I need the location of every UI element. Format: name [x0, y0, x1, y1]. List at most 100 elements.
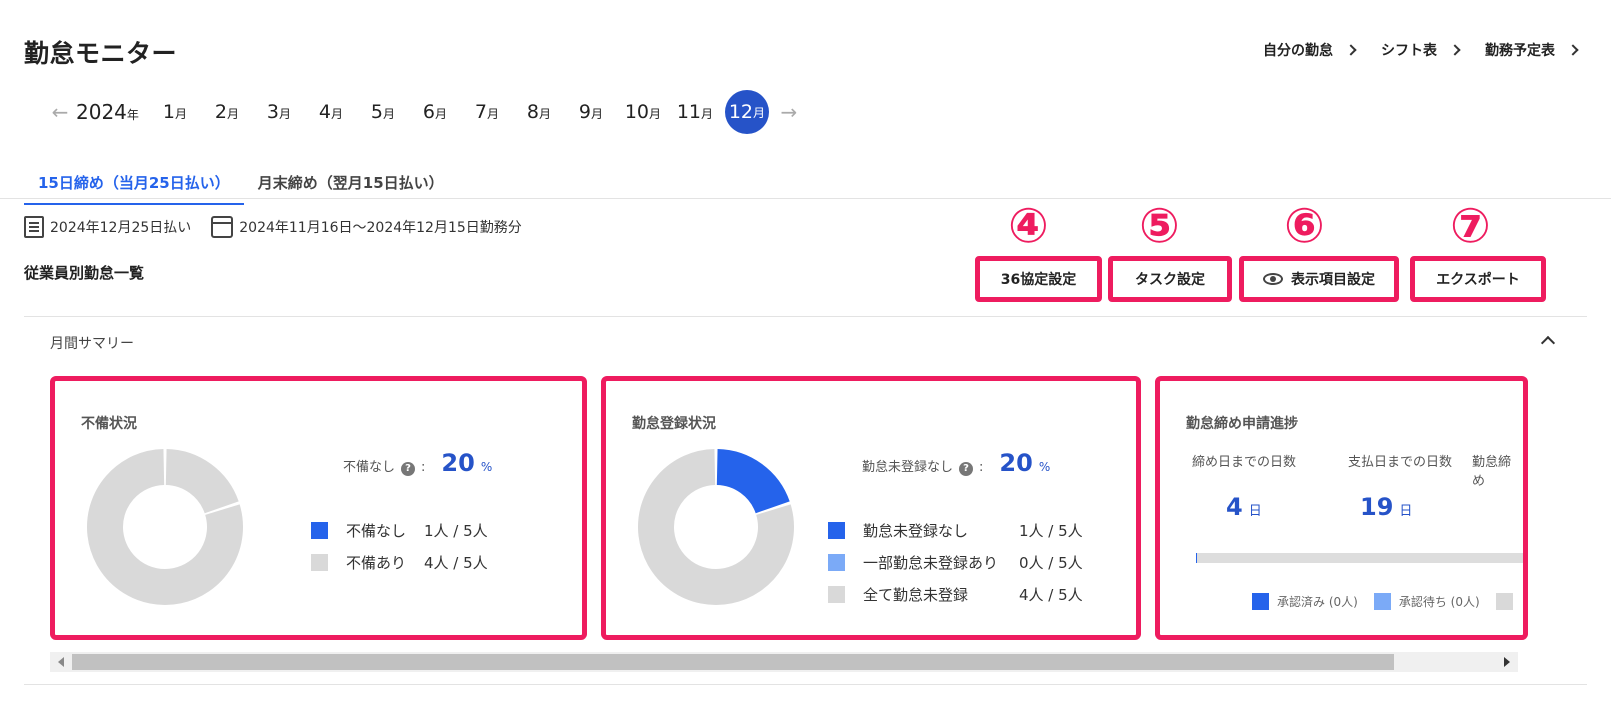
legend-item: 全て勤怠未登録 4人 / 5人 [828, 578, 1083, 610]
legend-swatch [1373, 593, 1391, 610]
divider [0, 198, 1611, 199]
scroll-left-icon[interactable] [58, 657, 64, 667]
legend-label: 承認待ち (0人) [1398, 595, 1480, 609]
annotation-marker-4: ④ [1008, 198, 1049, 254]
card-title: 勤怠登録状況 [632, 416, 716, 432]
closing-progress-card: 勤怠締め申請進捗 締め日までの日数 支払日までの日数 勤怠締め 4日 19 日 承… [1155, 376, 1528, 640]
legend-item: 勤怠未登録なし 1人 / 5人 [828, 514, 1083, 546]
month-8[interactable]: 8月 [513, 101, 565, 123]
divider [24, 684, 1587, 685]
link-work-schedule[interactable]: 勤務予定表 [1485, 40, 1579, 60]
defects-legend: 不備なし 1人 / 5人 不備あり 4人 / 5人 [311, 514, 488, 578]
days-to-pay-value: 19 日 [1360, 493, 1413, 521]
help-icon[interactable]: ? [401, 462, 416, 476]
calendar-icon [211, 216, 234, 238]
month-1[interactable]: 1月 [149, 101, 201, 123]
annotation-marker-7: ⑦ [1450, 198, 1491, 254]
link-my-attendance[interactable]: 自分の勤怠 [1263, 40, 1357, 60]
donut-slice [164, 449, 239, 515]
closing-progress-bar [1196, 553, 1523, 563]
month-navigation: ← 2024年 1月 2月 3月 4月 5月 6月 7月 8月 9月 10月 11月 12 月 → [44, 90, 805, 134]
legend-label: 不備なし [346, 521, 407, 540]
legend-swatch [1495, 593, 1513, 610]
legend-label: 勤怠未登録なし [863, 521, 969, 540]
month-4[interactable]: 4月 [305, 101, 357, 123]
tab-15th-closing[interactable]: 15日締め（当月25日払い） [24, 168, 244, 205]
days-to-close-label: 締め日までの日数 [1192, 455, 1297, 470]
month-7[interactable]: 7月 [461, 101, 513, 123]
closing-label: 勤怠締め [1472, 455, 1512, 489]
legend-count: 1人 / 5人 [424, 521, 488, 540]
donut-slice [715, 449, 790, 515]
days-to-close-value: 4日 [1226, 493, 1262, 521]
tab-month-end-closing[interactable]: 月末締め（翌月15日払い） [244, 168, 458, 205]
next-arrow-icon[interactable]: → [773, 100, 805, 124]
agreement36-button[interactable]: 36協定設定 [975, 256, 1102, 302]
legend-label: 承認済み (0人) [1277, 595, 1358, 609]
scroll-thumb[interactable] [72, 654, 1394, 670]
legend-count: 4人 / 5人 [1019, 585, 1083, 604]
month-2[interactable]: 2月 [201, 101, 253, 123]
legend-count: 4人 / 5人 [424, 553, 488, 572]
page-title: 勤怠モニター [24, 39, 178, 68]
export-button[interactable]: エクスポート [1410, 256, 1546, 302]
days-to-pay-label: 支払日までの日数 [1348, 455, 1453, 470]
divider [24, 316, 1587, 317]
month-list: 1月 2月 3月 4月 5月 6月 7月 8月 9月 10月 11月 12 月 [149, 90, 773, 134]
horizontal-scrollbar[interactable] [50, 652, 1518, 672]
defects-card: 不備状況 不備なし ? : 20 % 不備なし 1人 / 5人 不備あり 4人 / 5… [50, 376, 587, 640]
legend-count: 0人 / 5人 [1019, 553, 1083, 572]
annotation-marker-6: ⑥ [1284, 198, 1325, 254]
legend-item: 不備あり 4人 / 5人 [311, 546, 488, 578]
legend-swatch [311, 553, 328, 571]
section-title: 従業員別勤怠一覧 [24, 264, 145, 282]
defects-donut-chart [87, 449, 243, 605]
month-11[interactable]: 11月 [669, 101, 721, 123]
registration-donut-chart [638, 449, 794, 605]
legend-item: 不備なし 1人 / 5人 [311, 514, 488, 546]
closing-tabs: 15日締め（当月25日払い） 月末締め（翌月15日払い） [24, 168, 458, 205]
legend-item: 一部勤怠未登録あり 0人 / 5人 [828, 546, 1083, 578]
legend-swatch [828, 521, 845, 539]
registration-card: 勤怠登録状況 勤怠未登録なし ? : 20 % 勤怠未登録なし 1人 / 5人一部… [601, 376, 1141, 640]
task-settings-button[interactable]: タスク設定 [1108, 256, 1232, 302]
year-label[interactable]: 2024年 [76, 100, 139, 124]
document-icon [24, 216, 44, 238]
legend-label: 全て勤怠未登録 [863, 585, 969, 604]
month-3[interactable]: 3月 [253, 101, 305, 123]
pay-date: 2024年12月25日払い [50, 220, 192, 236]
legend-label: 不備あり [346, 553, 407, 572]
registration-legend: 勤怠未登録なし 1人 / 5人一部勤怠未登録あり 0人 / 5人全て勤怠未登録 4人 … [828, 514, 1083, 610]
legend-swatch [828, 585, 845, 603]
summary-label: 月間サマリー [50, 336, 134, 352]
chevron-up-icon[interactable] [1540, 335, 1556, 351]
prev-arrow-icon[interactable]: ← [44, 100, 76, 124]
legend-label: 一部勤怠未登録あり [863, 553, 999, 572]
month-9[interactable]: 9月 [565, 101, 617, 123]
month-10[interactable]: 10月 [617, 101, 669, 123]
chevron-right-icon [1567, 44, 1579, 56]
legend-swatch [828, 553, 845, 571]
legend-count: 1人 / 5人 [1019, 521, 1083, 540]
month-5[interactable]: 5月 [357, 101, 409, 123]
legend-swatch [1252, 593, 1269, 610]
month-6[interactable]: 6月 [409, 101, 461, 123]
progress-fill [1196, 553, 1197, 563]
card-title: 勤怠締め申請進捗 [1186, 416, 1298, 432]
closing-legend: 承認済み (0人) 承認待ち (0人) [1244, 593, 1521, 610]
defects-rate: 不備なし ? : 20 % [343, 449, 493, 477]
legend-swatch [311, 521, 328, 539]
link-shift-table[interactable]: シフト表 [1381, 40, 1461, 60]
chevron-right-icon [1449, 44, 1461, 56]
eye-icon [1263, 273, 1283, 285]
help-icon[interactable]: ? [959, 462, 974, 476]
display-items-button[interactable]: 表示項目設定 [1239, 256, 1399, 302]
chevron-right-icon [1345, 44, 1357, 56]
scroll-right-icon[interactable] [1504, 657, 1510, 667]
card-title: 不備状況 [81, 416, 137, 432]
work-range: 2024年11月16日〜2024年12月15日勤務分 [239, 220, 522, 236]
top-links: 自分の勤怠 シフト表 勤務予定表 [1263, 40, 1579, 60]
registration-rate: 勤怠未登録なし ? : 20 % [862, 449, 1051, 477]
month-12[interactable]: 12 月 [724, 90, 769, 134]
annotation-marker-5: ⑤ [1139, 198, 1180, 254]
